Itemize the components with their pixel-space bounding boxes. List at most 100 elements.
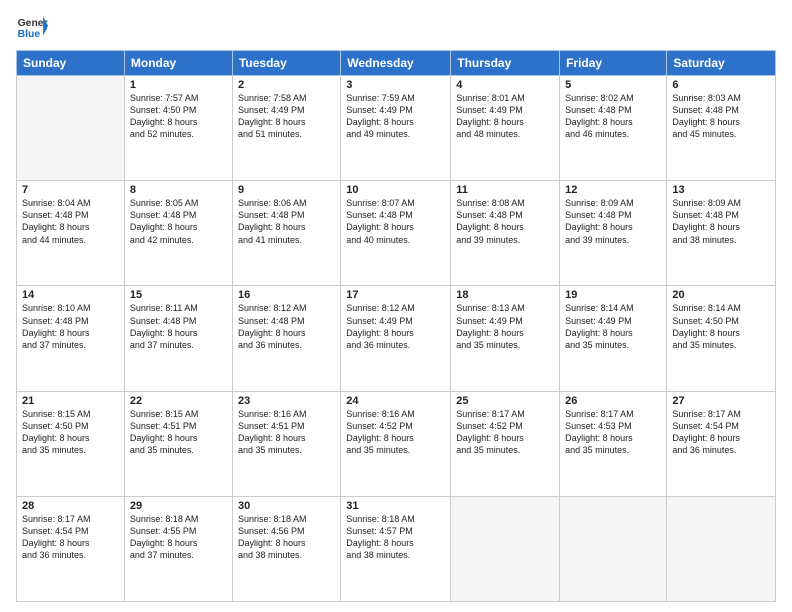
column-header-tuesday: Tuesday	[232, 51, 340, 76]
calendar-header-row: SundayMondayTuesdayWednesdayThursdayFrid…	[17, 51, 776, 76]
calendar-cell: 10Sunrise: 8:07 AM Sunset: 4:48 PM Dayli…	[341, 181, 451, 286]
day-info: Sunrise: 8:07 AM Sunset: 4:48 PM Dayligh…	[346, 197, 445, 246]
calendar-cell: 30Sunrise: 8:18 AM Sunset: 4:56 PM Dayli…	[232, 496, 340, 601]
calendar-cell: 3Sunrise: 7:59 AM Sunset: 4:49 PM Daylig…	[341, 76, 451, 181]
column-header-friday: Friday	[560, 51, 667, 76]
day-info: Sunrise: 7:59 AM Sunset: 4:49 PM Dayligh…	[346, 92, 445, 141]
day-number: 29	[130, 500, 227, 512]
calendar-cell	[667, 496, 776, 601]
day-info: Sunrise: 8:09 AM Sunset: 4:48 PM Dayligh…	[672, 197, 770, 246]
day-number: 14	[22, 289, 119, 301]
day-info: Sunrise: 8:15 AM Sunset: 4:51 PM Dayligh…	[130, 408, 227, 457]
day-info: Sunrise: 8:05 AM Sunset: 4:48 PM Dayligh…	[130, 197, 227, 246]
calendar-cell: 18Sunrise: 8:13 AM Sunset: 4:49 PM Dayli…	[451, 286, 560, 391]
day-number: 26	[565, 395, 661, 407]
day-number: 12	[565, 184, 661, 196]
calendar-cell: 24Sunrise: 8:16 AM Sunset: 4:52 PM Dayli…	[341, 391, 451, 496]
day-number: 22	[130, 395, 227, 407]
calendar-cell: 9Sunrise: 8:06 AM Sunset: 4:48 PM Daylig…	[232, 181, 340, 286]
calendar-cell: 19Sunrise: 8:14 AM Sunset: 4:49 PM Dayli…	[560, 286, 667, 391]
calendar-cell: 6Sunrise: 8:03 AM Sunset: 4:48 PM Daylig…	[667, 76, 776, 181]
day-number: 8	[130, 184, 227, 196]
day-number: 24	[346, 395, 445, 407]
day-info: Sunrise: 8:06 AM Sunset: 4:48 PM Dayligh…	[238, 197, 335, 246]
day-info: Sunrise: 7:58 AM Sunset: 4:49 PM Dayligh…	[238, 92, 335, 141]
day-number: 30	[238, 500, 335, 512]
page: General Blue SundayMondayTuesdayWednesda…	[0, 0, 792, 612]
calendar-cell: 28Sunrise: 8:17 AM Sunset: 4:54 PM Dayli…	[17, 496, 125, 601]
calendar-cell	[560, 496, 667, 601]
day-number: 19	[565, 289, 661, 301]
day-number: 13	[672, 184, 770, 196]
calendar-cell: 16Sunrise: 8:12 AM Sunset: 4:48 PM Dayli…	[232, 286, 340, 391]
calendar-cell: 29Sunrise: 8:18 AM Sunset: 4:55 PM Dayli…	[124, 496, 232, 601]
day-number: 2	[238, 79, 335, 91]
day-info: Sunrise: 8:17 AM Sunset: 4:54 PM Dayligh…	[672, 408, 770, 457]
day-number: 6	[672, 79, 770, 91]
calendar-cell	[451, 496, 560, 601]
day-info: Sunrise: 8:17 AM Sunset: 4:52 PM Dayligh…	[456, 408, 554, 457]
calendar-cell: 31Sunrise: 8:18 AM Sunset: 4:57 PM Dayli…	[341, 496, 451, 601]
day-info: Sunrise: 8:18 AM Sunset: 4:56 PM Dayligh…	[238, 513, 335, 562]
day-info: Sunrise: 8:17 AM Sunset: 4:53 PM Dayligh…	[565, 408, 661, 457]
calendar-table: SundayMondayTuesdayWednesdayThursdayFrid…	[16, 50, 776, 602]
day-number: 17	[346, 289, 445, 301]
day-number: 4	[456, 79, 554, 91]
day-info: Sunrise: 8:01 AM Sunset: 4:49 PM Dayligh…	[456, 92, 554, 141]
day-number: 18	[456, 289, 554, 301]
day-number: 1	[130, 79, 227, 91]
column-header-saturday: Saturday	[667, 51, 776, 76]
day-info: Sunrise: 8:18 AM Sunset: 4:55 PM Dayligh…	[130, 513, 227, 562]
calendar-cell: 7Sunrise: 8:04 AM Sunset: 4:48 PM Daylig…	[17, 181, 125, 286]
calendar-cell: 26Sunrise: 8:17 AM Sunset: 4:53 PM Dayli…	[560, 391, 667, 496]
calendar-cell: 1Sunrise: 7:57 AM Sunset: 4:50 PM Daylig…	[124, 76, 232, 181]
day-number: 16	[238, 289, 335, 301]
logo-icon: General Blue	[16, 10, 48, 42]
column-header-monday: Monday	[124, 51, 232, 76]
calendar-cell: 20Sunrise: 8:14 AM Sunset: 4:50 PM Dayli…	[667, 286, 776, 391]
calendar-cell: 17Sunrise: 8:12 AM Sunset: 4:49 PM Dayli…	[341, 286, 451, 391]
day-number: 31	[346, 500, 445, 512]
day-number: 10	[346, 184, 445, 196]
week-row-1: 1Sunrise: 7:57 AM Sunset: 4:50 PM Daylig…	[17, 76, 776, 181]
day-number: 23	[238, 395, 335, 407]
calendar-cell: 2Sunrise: 7:58 AM Sunset: 4:49 PM Daylig…	[232, 76, 340, 181]
calendar-cell: 8Sunrise: 8:05 AM Sunset: 4:48 PM Daylig…	[124, 181, 232, 286]
day-number: 3	[346, 79, 445, 91]
day-info: Sunrise: 8:09 AM Sunset: 4:48 PM Dayligh…	[565, 197, 661, 246]
day-number: 15	[130, 289, 227, 301]
day-info: Sunrise: 8:15 AM Sunset: 4:50 PM Dayligh…	[22, 408, 119, 457]
header: General Blue	[16, 10, 776, 42]
calendar-cell: 12Sunrise: 8:09 AM Sunset: 4:48 PM Dayli…	[560, 181, 667, 286]
day-info: Sunrise: 8:14 AM Sunset: 4:50 PM Dayligh…	[672, 302, 770, 351]
calendar-cell: 21Sunrise: 8:15 AM Sunset: 4:50 PM Dayli…	[17, 391, 125, 496]
calendar-cell: 15Sunrise: 8:11 AM Sunset: 4:48 PM Dayli…	[124, 286, 232, 391]
day-number: 21	[22, 395, 119, 407]
day-number: 11	[456, 184, 554, 196]
day-number: 5	[565, 79, 661, 91]
day-info: Sunrise: 8:12 AM Sunset: 4:49 PM Dayligh…	[346, 302, 445, 351]
day-number: 25	[456, 395, 554, 407]
calendar-cell: 22Sunrise: 8:15 AM Sunset: 4:51 PM Dayli…	[124, 391, 232, 496]
week-row-4: 21Sunrise: 8:15 AM Sunset: 4:50 PM Dayli…	[17, 391, 776, 496]
calendar-cell: 13Sunrise: 8:09 AM Sunset: 4:48 PM Dayli…	[667, 181, 776, 286]
svg-text:Blue: Blue	[18, 29, 41, 40]
week-row-2: 7Sunrise: 8:04 AM Sunset: 4:48 PM Daylig…	[17, 181, 776, 286]
day-info: Sunrise: 8:11 AM Sunset: 4:48 PM Dayligh…	[130, 302, 227, 351]
day-info: Sunrise: 7:57 AM Sunset: 4:50 PM Dayligh…	[130, 92, 227, 141]
calendar-cell: 23Sunrise: 8:16 AM Sunset: 4:51 PM Dayli…	[232, 391, 340, 496]
logo: General Blue	[16, 10, 48, 42]
day-info: Sunrise: 8:04 AM Sunset: 4:48 PM Dayligh…	[22, 197, 119, 246]
calendar-cell: 14Sunrise: 8:10 AM Sunset: 4:48 PM Dayli…	[17, 286, 125, 391]
column-header-sunday: Sunday	[17, 51, 125, 76]
calendar-cell: 5Sunrise: 8:02 AM Sunset: 4:48 PM Daylig…	[560, 76, 667, 181]
week-row-5: 28Sunrise: 8:17 AM Sunset: 4:54 PM Dayli…	[17, 496, 776, 601]
day-info: Sunrise: 8:16 AM Sunset: 4:52 PM Dayligh…	[346, 408, 445, 457]
day-number: 20	[672, 289, 770, 301]
day-number: 28	[22, 500, 119, 512]
calendar-cell: 27Sunrise: 8:17 AM Sunset: 4:54 PM Dayli…	[667, 391, 776, 496]
day-info: Sunrise: 8:16 AM Sunset: 4:51 PM Dayligh…	[238, 408, 335, 457]
day-info: Sunrise: 8:03 AM Sunset: 4:48 PM Dayligh…	[672, 92, 770, 141]
calendar-cell	[17, 76, 125, 181]
column-header-wednesday: Wednesday	[341, 51, 451, 76]
